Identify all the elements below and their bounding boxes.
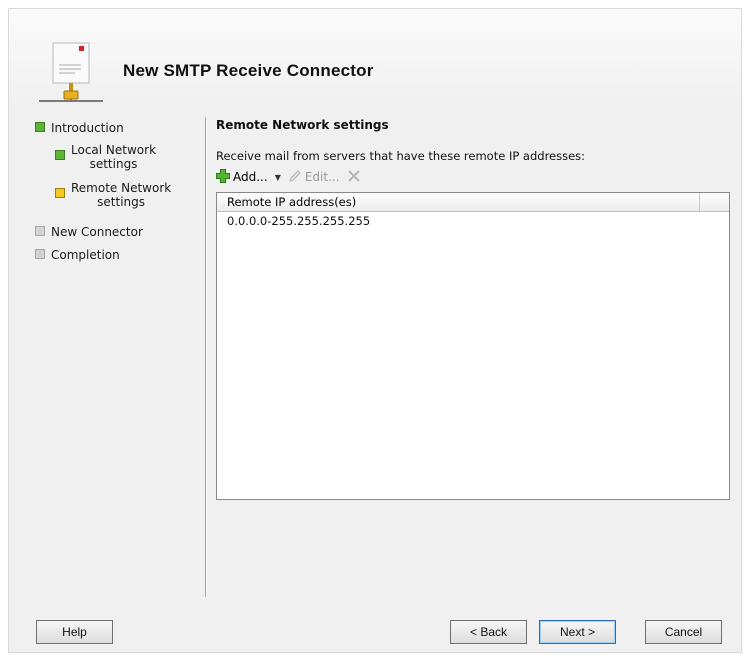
pencil-icon xyxy=(287,168,303,187)
remote-ip-list[interactable]: Remote IP address(es) 0.0.0.0-255.255.25… xyxy=(216,192,730,500)
nav-step-remote-network-line2: settings xyxy=(97,195,146,209)
nav-step-completion: Completion xyxy=(35,248,120,262)
column-header-filler xyxy=(700,193,729,211)
step-completed-icon xyxy=(35,122,45,132)
section-description: Receive mail from servers that have thes… xyxy=(216,149,586,163)
network-connector-icon xyxy=(37,37,107,109)
nav-step-new-connector: New Connector xyxy=(35,225,143,239)
add-button-label: Add... xyxy=(233,170,268,184)
vertical-divider xyxy=(205,117,207,597)
nav-step-local-network: Local Network settings xyxy=(55,143,156,171)
edit-button[interactable]: Edit... xyxy=(287,168,340,187)
plus-icon xyxy=(215,168,231,187)
list-item[interactable]: 0.0.0.0-255.255.255.255 xyxy=(217,212,729,230)
wizard-header: New SMTP Receive Connector xyxy=(9,9,741,109)
next-button[interactable]: Next > xyxy=(539,620,616,644)
section-title: Remote Network settings xyxy=(216,118,389,132)
edit-button-label: Edit... xyxy=(304,170,340,184)
cancel-button[interactable]: Cancel xyxy=(645,620,722,644)
add-button[interactable]: Add... ▼ xyxy=(215,168,281,187)
list-header: Remote IP address(es) xyxy=(217,193,729,212)
back-button[interactable]: < Back xyxy=(450,620,527,644)
nav-step-remote-network-line1: Remote Network xyxy=(71,181,172,195)
wizard-title: New SMTP Receive Connector xyxy=(123,61,374,80)
step-current-icon xyxy=(55,188,65,198)
nav-step-remote-network: Remote Network settings xyxy=(55,181,171,209)
nav-step-local-network-line1: Local Network xyxy=(71,143,157,157)
remove-button[interactable] xyxy=(346,168,362,187)
help-button[interactable]: Help xyxy=(36,620,113,644)
step-pending-icon xyxy=(35,249,45,259)
chevron-down-icon[interactable]: ▼ xyxy=(275,173,281,182)
step-completed-icon xyxy=(55,150,65,160)
delete-x-icon xyxy=(346,168,362,187)
list-toolbar: Add... ▼ Edit... xyxy=(215,167,368,187)
column-header-remote-ip[interactable]: Remote IP address(es) xyxy=(217,193,700,211)
nav-step-introduction: Introduction xyxy=(35,121,124,135)
wizard-dialog: New SMTP Receive Connector Introduction … xyxy=(8,8,742,653)
nav-step-local-network-line2: settings xyxy=(89,157,138,171)
step-pending-icon xyxy=(35,226,45,236)
